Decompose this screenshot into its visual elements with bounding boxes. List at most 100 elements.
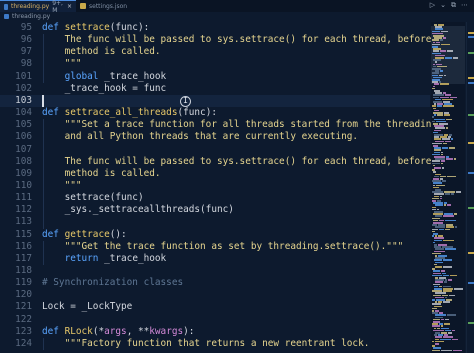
minimap-line: [441, 349, 452, 352]
code-text: def settrace(func):: [42, 22, 149, 34]
line-number: 96: [20, 34, 32, 46]
line-number: 115: [15, 228, 32, 240]
scrollbar-marker: [468, 282, 474, 284]
code-line[interactable]: 98 """: [0, 58, 430, 70]
minimap-line: [444, 281, 447, 283]
minimap-line: [443, 215, 454, 217]
code-line[interactable]: 107: [0, 144, 430, 156]
code-text: """: [42, 58, 82, 70]
minimap-line: [434, 239, 442, 242]
minimap-line: [452, 329, 455, 332]
code-token: method is called.: [42, 167, 161, 179]
scrollbar-marker: [468, 172, 474, 174]
code-line[interactable]: 120: [0, 289, 430, 301]
tab-settings-json[interactable]: settings.json: [76, 0, 144, 12]
run-icon[interactable]: ▷: [430, 1, 435, 10]
line-number: 108: [15, 155, 32, 167]
code-token: settrace(func): [42, 192, 144, 204]
code-line[interactable]: 115 def gettrace():: [0, 229, 430, 241]
code-text: # Synchronization classes: [42, 277, 183, 289]
code-token: The func will be passed to sys.settrace(…: [42, 155, 474, 167]
indent-guide: [43, 240, 44, 265]
code-line[interactable]: 123 def RLock(*args, **kwargs):: [0, 326, 430, 338]
code-line[interactable]: 117 return _trace_hook: [0, 253, 430, 265]
code-line[interactable]: 105 """Set a trace function for all thre…: [0, 119, 474, 131]
code-token: _trace_hook: [104, 70, 167, 82]
minimap-line: [435, 204, 443, 206]
code-line[interactable]: 110 """: [0, 180, 430, 192]
mouse-pointer-icon: I: [180, 95, 191, 107]
code-line[interactable]: 96 The func will be passed to sys.settra…: [0, 34, 474, 46]
python-file-icon: [4, 14, 9, 19]
close-icon[interactable]: ×: [67, 3, 72, 10]
code-token: (func):: [177, 107, 217, 119]
minimap-line: [453, 57, 458, 59]
minimap-line: [444, 74, 446, 77]
line-number: 113: [15, 216, 32, 228]
minimap-line: [452, 338, 458, 341]
more-actions-icon[interactable]: ⋯: [461, 1, 468, 10]
breadcrumb-file[interactable]: threading.py: [12, 13, 50, 20]
scrollbar-marker: [468, 252, 474, 254]
code-line[interactable]: 108 The func will be passed to sys.settr…: [0, 155, 474, 168]
json-file-icon: [80, 3, 86, 9]
line-number: 123: [15, 325, 32, 337]
minimap-line: [444, 204, 446, 206]
minimap-line: [450, 274, 457, 277]
minimap-line: [443, 259, 452, 261]
code-line[interactable]: 116 """Get the trace function as set by …: [0, 241, 430, 253]
minimap-line: [445, 228, 450, 231]
code-line[interactable]: 119 # Synchronization classes: [0, 277, 430, 289]
vertical-scrollbar[interactable]: [466, 22, 474, 353]
tab-threading-py[interactable]: threading.py 9+, M ×: [0, 0, 76, 14]
code-text: """Get the trace function as set by thre…: [42, 241, 404, 253]
code-line[interactable]: 97 method is called.: [0, 46, 430, 58]
minimap-line: [440, 39, 443, 41]
code-token: def: [42, 22, 65, 33]
chevron-down-icon[interactable]: ⌄: [440, 1, 446, 10]
minimap-line: [443, 142, 447, 145]
minimap-line: [439, 228, 444, 231]
code-line[interactable]: 101 global _trace_hook: [0, 71, 430, 83]
code-line[interactable]: 102 _trace_hook = func: [0, 83, 430, 95]
code-line[interactable]: 95 def settrace(func):: [0, 22, 430, 34]
minimap-line: [443, 105, 454, 107]
split-editor-icon[interactable]: ⧉: [451, 1, 456, 10]
minimap-line: [435, 266, 442, 268]
code-line[interactable]: 111 settrace(func): [0, 192, 430, 204]
minimap-line: [444, 323, 450, 325]
code-text: Lock = _LockType: [42, 301, 132, 313]
line-number: 102: [15, 82, 32, 94]
code-line[interactable]: 124 """Factory function that returns a n…: [0, 338, 430, 350]
line-number: 118: [15, 265, 32, 276]
minimap-line: [448, 332, 452, 334]
minimap-line: [454, 213, 457, 215]
code-line[interactable]: 109 method is called.: [0, 168, 430, 180]
minimap-line: [447, 175, 456, 178]
minimap-line: [445, 193, 450, 195]
code-line[interactable]: 113: [0, 216, 430, 228]
minimap-line: [455, 226, 457, 228]
scrollbar-marker: [468, 322, 474, 324]
code-token: gettrace: [64, 228, 110, 240]
minimap-line: [446, 118, 452, 121]
code-token: """Factory function that returns a new r…: [42, 337, 370, 349]
line-number: 109: [15, 167, 32, 179]
minimap-line: [441, 162, 443, 165]
minimap[interactable]: [431, 22, 465, 353]
code-line[interactable]: 121 Lock = _LockType: [0, 301, 430, 313]
code-line[interactable]: 106 and all Python threads that are curr…: [0, 131, 430, 143]
indent-guide: [43, 34, 44, 83]
code-token: and all Python threads that are currentl…: [42, 131, 359, 143]
code-line[interactable]: 103 I: [0, 94, 430, 108]
minimap-line: [432, 349, 440, 352]
code-text: settrace(func): [42, 192, 144, 204]
code-line[interactable]: 112 _sys._settraceallthreads(func): [0, 204, 430, 216]
code-line[interactable]: 104 def settrace_all_threads(func):: [0, 107, 430, 119]
code-line[interactable]: 122: [0, 314, 430, 326]
code-line[interactable]: 118: [0, 265, 430, 277]
scrollbar-marker: [468, 142, 474, 144]
code-text: def settrace_all_threads(func):: [42, 107, 217, 119]
code-editor[interactable]: 95 def settrace(func): 96 The func will be…: [0, 22, 474, 353]
line-number: 111: [15, 192, 32, 204]
